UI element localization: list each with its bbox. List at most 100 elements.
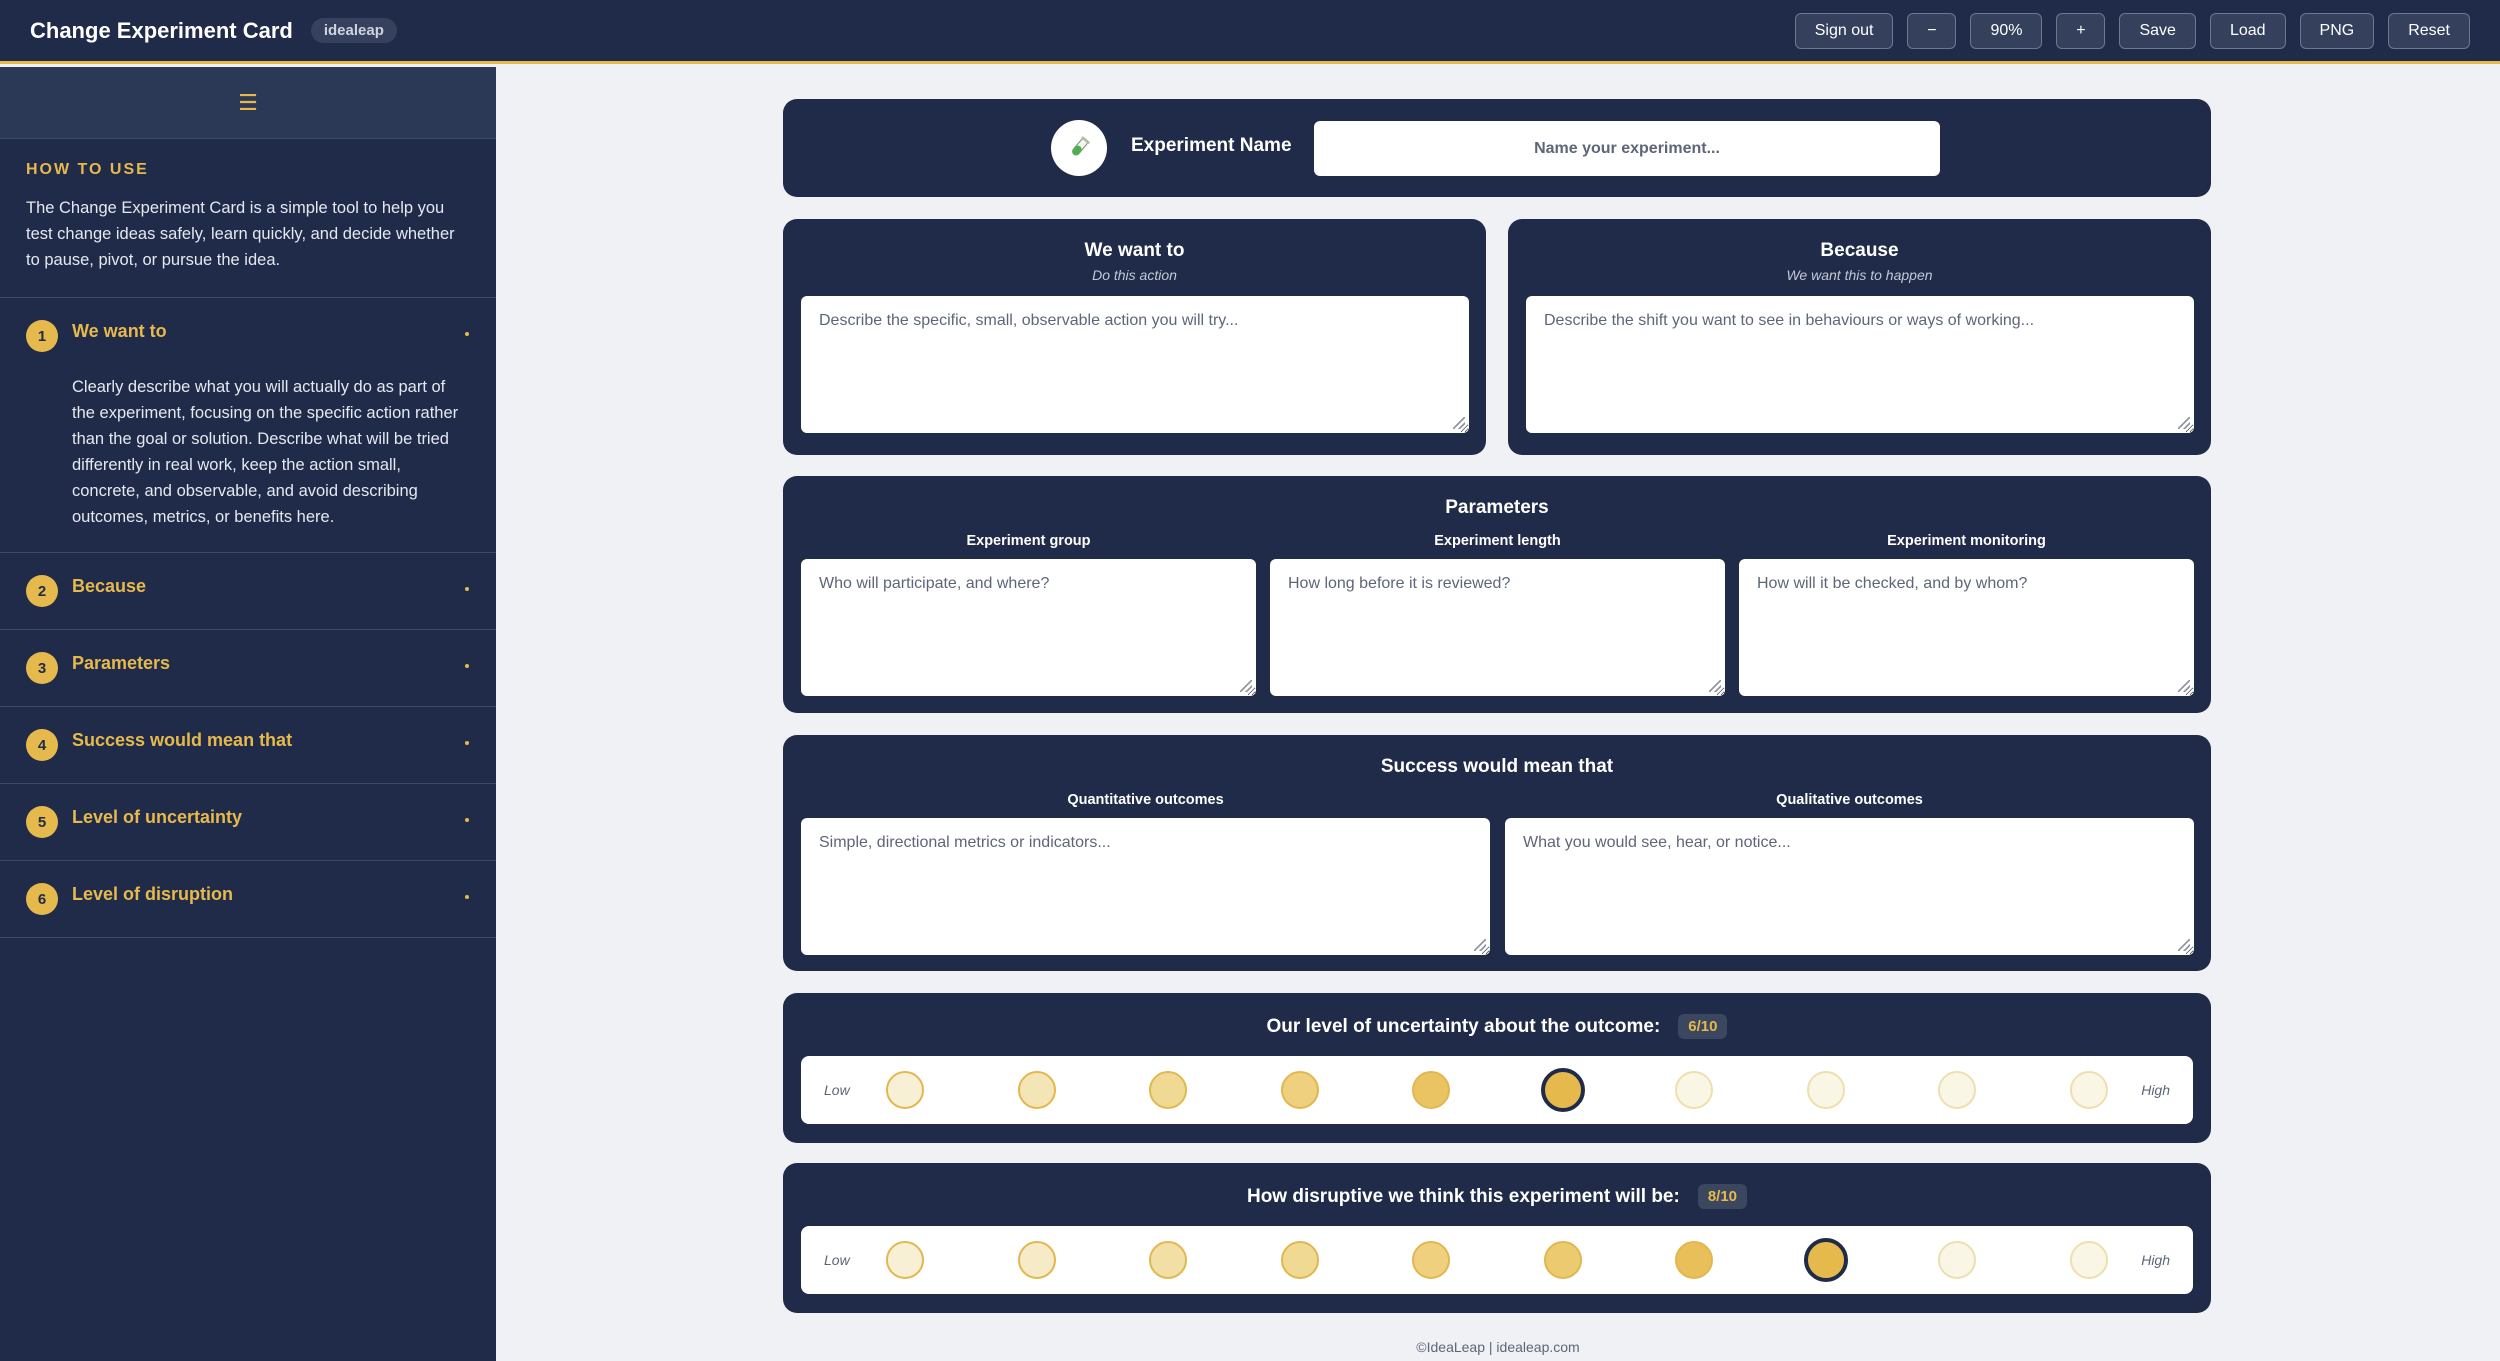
- sidebar-item-uncertainty[interactable]: 5 Level of uncertainty: [0, 784, 496, 861]
- scale-high-label: High: [2141, 1082, 2170, 1098]
- rating-dot-8[interactable]: [1806, 1071, 1845, 1109]
- rating-dot-6[interactable]: [1540, 1068, 1585, 1112]
- sidebar-item-success[interactable]: 4 Success would mean that: [0, 707, 496, 784]
- experiment-monitoring-label: Experiment monitoring: [1887, 533, 2046, 549]
- step-number-badge: 4: [26, 729, 58, 761]
- parameters-card: Parameters Experiment group Experiment l…: [783, 476, 2211, 713]
- expand-indicator-icon[interactable]: [465, 818, 469, 822]
- uncertainty-card: Our level of uncertainty about the outco…: [783, 993, 2211, 1143]
- expand-indicator-icon[interactable]: [465, 895, 469, 899]
- disruption-card: How disruptive we think this experiment …: [783, 1163, 2211, 1313]
- experiment-monitoring-textarea[interactable]: [1739, 559, 2194, 696]
- rating-dot-4[interactable]: [1280, 1071, 1319, 1109]
- success-card: Success would mean that Quantitative out…: [783, 735, 2211, 971]
- load-button[interactable]: Load: [2209, 12, 2286, 49]
- scale-low-label: Low: [824, 1252, 850, 1268]
- because-textarea[interactable]: [1526, 296, 2194, 433]
- step-number-badge: 6: [26, 883, 58, 915]
- rating-dot-5[interactable]: [1412, 1071, 1450, 1109]
- experiment-group-textarea[interactable]: [801, 559, 1256, 696]
- zoom-level-button[interactable]: 90%: [1970, 12, 2043, 49]
- app-title: Change Experiment Card: [30, 17, 293, 43]
- uncertainty-heading: Our level of uncertainty about the outco…: [783, 1014, 2211, 1039]
- sign-out-button[interactable]: Sign out: [1794, 12, 1894, 49]
- qualitative-outcomes-textarea[interactable]: [1505, 818, 2194, 955]
- sidebar-item-label[interactable]: We want to: [72, 321, 167, 342]
- experiment-group-label: Experiment group: [966, 533, 1091, 549]
- quantitative-outcomes-label: Quantitative outcomes: [1067, 792, 1224, 808]
- reset-button[interactable]: Reset: [2388, 12, 2470, 49]
- rating-dot-5[interactable]: [1412, 1241, 1450, 1279]
- sidebar-item-description: Clearly describe what you will actually …: [72, 378, 459, 526]
- toolbar: Sign out − 90% + Save Load PNG Reset: [1794, 12, 2470, 49]
- experiment-length-label: Experiment length: [1434, 533, 1561, 549]
- rating-dot-1[interactable]: [886, 1071, 924, 1109]
- disruption-scale: Low High: [801, 1226, 2193, 1294]
- quantitative-outcomes-textarea[interactable]: [801, 818, 1490, 955]
- expand-indicator-icon[interactable]: [465, 587, 469, 591]
- sidebar: ☰ HOW TO USE The Change Experiment Card …: [0, 67, 496, 1361]
- zoom-out-button[interactable]: −: [1907, 12, 1957, 49]
- uncertainty-scale: Low High: [801, 1056, 2193, 1124]
- hamburger-menu-icon[interactable]: ☰: [238, 90, 258, 116]
- sidebar-item-parameters[interactable]: 3 Parameters: [0, 630, 496, 707]
- how-to-use-title: HOW TO USE: [26, 161, 149, 178]
- sidebar-item-label[interactable]: Parameters: [72, 653, 170, 674]
- step-number-badge: 3: [26, 652, 58, 684]
- rating-dot-7[interactable]: [1675, 1071, 1713, 1109]
- save-button[interactable]: Save: [2119, 12, 2196, 49]
- top-bar: Change Experiment Card idealeap Sign out…: [0, 0, 2500, 64]
- rating-dot-9[interactable]: [1938, 1071, 1976, 1109]
- success-title: Success would mean that: [1380, 756, 1614, 777]
- expand-indicator-icon[interactable]: [465, 332, 469, 336]
- rating-dot-2[interactable]: [1017, 1071, 1056, 1109]
- because-subtitle: We want this to happen: [1786, 267, 1933, 283]
- qualitative-outcomes-label: Qualitative outcomes: [1776, 792, 1923, 808]
- zoom-in-button[interactable]: +: [2056, 12, 2106, 49]
- expand-indicator-icon[interactable]: [465, 741, 469, 745]
- sidebar-item-label[interactable]: Level of uncertainty: [72, 807, 242, 828]
- sidebar-item-we-want-to[interactable]: 1 We want to Clearly describe what you w…: [0, 298, 496, 553]
- footer-credit: ©IdeaLeap | idealeap.com: [1416, 1339, 1580, 1355]
- rating-dot-10[interactable]: [2069, 1241, 2108, 1279]
- rating-dot-3[interactable]: [1149, 1241, 1187, 1279]
- rating-dot-2[interactable]: [1017, 1241, 1056, 1279]
- brand-badge: idealeap: [310, 18, 397, 43]
- we-want-to-subtitle: Do this action: [1092, 267, 1177, 283]
- because-card: Because We want this to happen: [1508, 219, 2211, 455]
- expand-indicator-icon[interactable]: [465, 664, 469, 668]
- step-number-badge: 5: [26, 806, 58, 838]
- disruption-title: How disruptive we think this experiment …: [1246, 1185, 1680, 1207]
- sidebar-item-because[interactable]: 2 Because: [0, 553, 496, 630]
- how-to-use-section: HOW TO USE The Change Experiment Card is…: [0, 139, 496, 298]
- experiment-length-textarea[interactable]: [1270, 559, 1725, 696]
- rating-dot-8[interactable]: [1803, 1238, 1848, 1282]
- because-title: Because: [1820, 240, 1899, 261]
- uncertainty-title: Our level of uncertainty about the outco…: [1266, 1015, 1661, 1037]
- rating-dot-3[interactable]: [1149, 1071, 1187, 1109]
- we-want-to-card: We want to Do this action: [783, 219, 1486, 455]
- sidebar-item-disruption[interactable]: 6 Level of disruption: [0, 861, 496, 938]
- png-export-button[interactable]: PNG: [2299, 12, 2375, 49]
- sidebar-toggle[interactable]: ☰: [0, 67, 496, 139]
- we-want-to-title: We want to: [1084, 240, 1185, 261]
- scale-high-label: High: [2141, 1252, 2170, 1268]
- rating-dot-7[interactable]: [1675, 1241, 1713, 1279]
- rating-dot-9[interactable]: [1938, 1241, 1976, 1279]
- experiment-name-card: Experiment Name: [783, 99, 2211, 197]
- experiment-name-label: Experiment Name: [1131, 135, 1292, 156]
- rating-dot-10[interactable]: [2069, 1071, 2108, 1109]
- step-number-badge: 2: [26, 575, 58, 607]
- sidebar-item-label[interactable]: Level of disruption: [72, 884, 233, 905]
- scale-low-label: Low: [824, 1082, 850, 1098]
- sidebar-item-label[interactable]: Success would mean that: [72, 730, 292, 751]
- rating-dot-1[interactable]: [886, 1241, 924, 1279]
- how-to-use-text: The Change Experiment Card is a simple t…: [26, 199, 455, 269]
- disruption-heading: How disruptive we think this experiment …: [783, 1184, 2211, 1209]
- we-want-to-textarea[interactable]: [801, 296, 1469, 433]
- experiment-name-input[interactable]: [1314, 121, 1940, 176]
- rating-dot-4[interactable]: [1280, 1241, 1319, 1279]
- rating-dot-6[interactable]: [1543, 1241, 1582, 1279]
- sidebar-item-label[interactable]: Because: [72, 576, 146, 597]
- step-number-badge: 1: [26, 320, 58, 352]
